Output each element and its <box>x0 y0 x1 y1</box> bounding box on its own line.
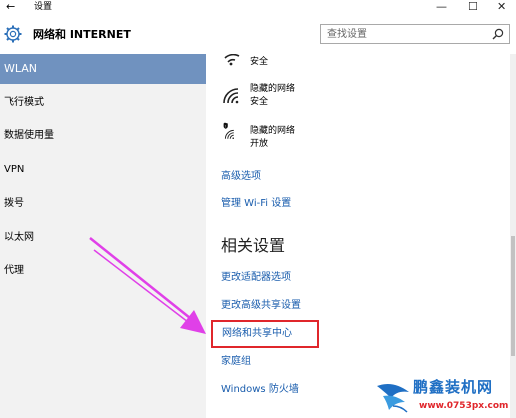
change-adapter-options-link[interactable]: 更改适配器选项 <box>221 271 291 285</box>
maximize-button[interactable]: ☐ <box>468 0 478 14</box>
sidebar-item-dialup[interactable]: 拨号 <box>0 189 206 219</box>
watermark-logo: 鹏鑫装机网 www.0753px.com <box>375 376 516 418</box>
manage-wifi-settings-link[interactable]: 管理 Wi-Fi 设置 <box>221 197 291 211</box>
sidebar-item-ethernet[interactable]: 以太网 <box>0 223 206 253</box>
network-3-status: 开放 <box>250 139 269 149</box>
wifi-secured-icon <box>224 54 240 66</box>
minimize-button[interactable]: — <box>436 0 447 14</box>
search-placeholder: 查找设置 <box>327 29 367 40</box>
homegroup-link[interactable]: 家庭组 <box>221 355 251 369</box>
title-bar: ← 设置 — ☐ ✕ <box>0 0 516 16</box>
gear-icon <box>4 25 22 43</box>
wifi-open-shield-icon: ! <box>223 122 234 139</box>
wifi-icon <box>223 88 239 104</box>
search-input[interactable]: 查找设置 <box>320 24 510 44</box>
bird-logo-icon <box>377 384 409 413</box>
network-2-status: 安全 <box>250 97 269 107</box>
watermark-title: 鹏鑫装机网 <box>413 378 494 396</box>
scrollbar-thumb[interactable] <box>511 236 515 356</box>
watermark-url: www.0753px.com <box>419 401 509 411</box>
highlight-box <box>211 320 319 348</box>
page-title: 网络和 INTERNET <box>33 28 131 41</box>
windows-firewall-link[interactable]: Windows 防火墙 <box>221 383 299 397</box>
page-header: 网络和 INTERNET 查找设置 <box>0 18 516 54</box>
advanced-options-link[interactable]: 高级选项 <box>221 170 261 184</box>
network-3-name: 隐藏的网络 <box>250 126 296 136</box>
sidebar-item-data-usage[interactable]: 数据使用量 <box>0 121 206 151</box>
svg-text:!: ! <box>225 124 226 128</box>
close-button[interactable]: ✕ <box>497 0 506 14</box>
search-icon[interactable] <box>491 27 505 41</box>
sidebar-item-airplane-mode[interactable]: 飞行模式 <box>0 88 206 118</box>
sidebar-item-vpn[interactable]: VPN <box>0 155 206 185</box>
related-settings-heading: 相关设置 <box>221 236 286 255</box>
sidebar-item-proxy[interactable]: 代理 <box>0 256 206 286</box>
network-1-status: 安全 <box>250 57 269 67</box>
sidebar-item-wlan[interactable]: WLAN <box>0 54 206 84</box>
window-title: 设置 <box>34 2 53 12</box>
advanced-sharing-settings-link[interactable]: 更改高级共享设置 <box>221 299 301 313</box>
network-2-name: 隐藏的网络 <box>250 84 296 94</box>
sidebar: WLAN 飞行模式 数据使用量 VPN 拨号 以太网 代理 <box>0 54 206 418</box>
back-button[interactable]: ← <box>6 0 15 14</box>
